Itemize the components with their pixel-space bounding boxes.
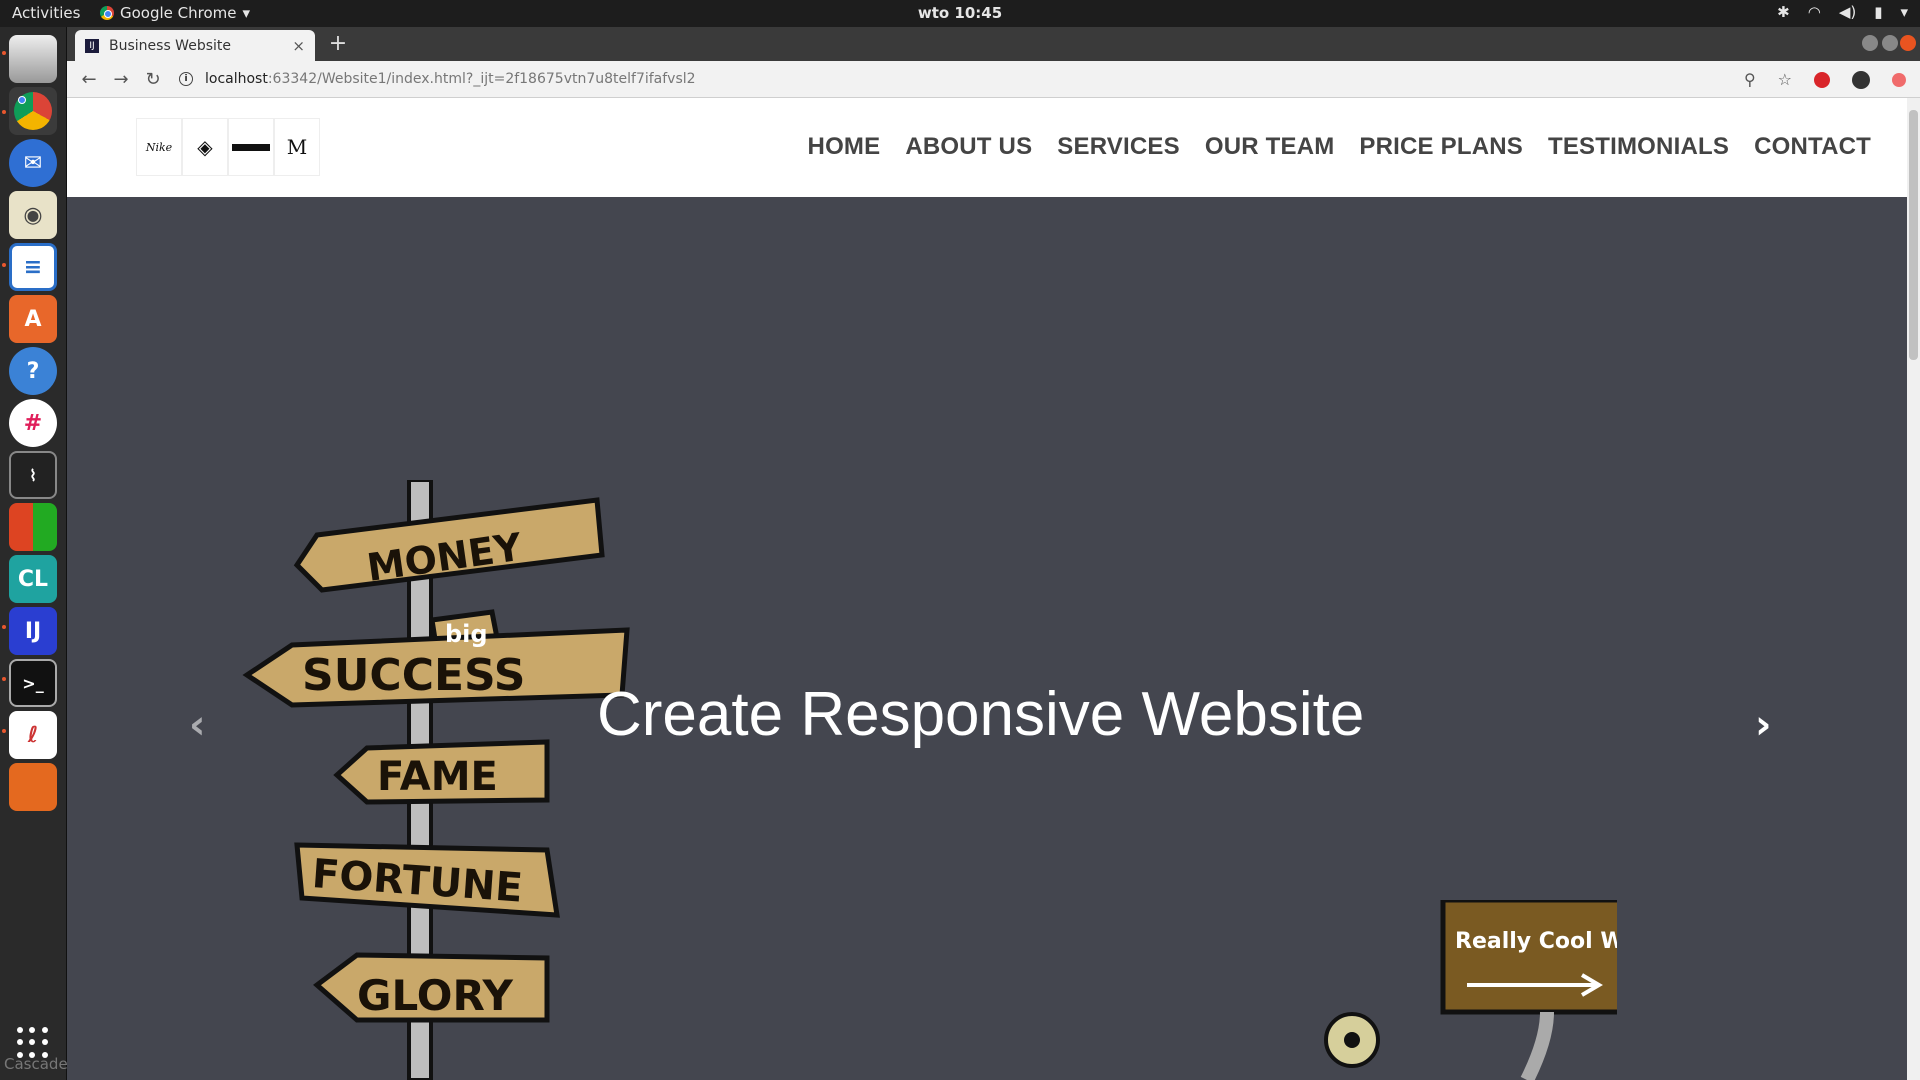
new-tab-button[interactable]: +: [325, 31, 351, 57]
running-indicator: [2, 110, 6, 114]
wifi-icon[interactable]: ◠: [1808, 3, 1821, 21]
main-nav: HOME ABOUT US SERVICES OUR TEAM PRICE PL…: [808, 133, 1871, 161]
signpost-illustration: MONEY big SUCCESS FAME FORTUNE GLORY: [242, 480, 630, 1080]
address-bar[interactable]: i localhost:63342/Website1/index.html?_i…: [179, 71, 696, 87]
minimize-button[interactable]: [1862, 35, 1878, 51]
carousel-prev-button[interactable]: ‹: [189, 702, 205, 748]
rhythmbox-icon[interactable]: ◉: [9, 191, 57, 239]
battery-icon[interactable]: ▮: [1874, 3, 1882, 21]
nav-services[interactable]: SERVICES: [1057, 133, 1180, 161]
system-tray[interactable]: ✱ ◠ ◀) ▮ ▾: [1777, 3, 1908, 21]
running-indicator: [2, 677, 6, 681]
volume-icon[interactable]: ◀): [1839, 3, 1856, 21]
sign-glory: GLORY: [357, 971, 513, 1020]
intellij-icon[interactable]: IJ: [9, 607, 57, 655]
clock[interactable]: wto 10:45: [0, 4, 1920, 22]
page-viewport: Nike ◈ M HOME ABOUT US SERVICES OUR TEAM…: [67, 98, 1907, 1080]
url-host: localhost: [205, 71, 268, 87]
running-indicator: [2, 51, 6, 55]
tab-strip: IJ Business Website × +: [67, 27, 1920, 61]
tab-title: Business Website: [109, 37, 231, 54]
monitor-icon[interactable]: ⌇: [9, 451, 57, 499]
profile-avatar[interactable]: [1852, 70, 1870, 89]
waterslide-illustration: Really Cool Waterslides: [1324, 900, 1617, 1080]
chrome-icon[interactable]: [9, 87, 57, 135]
nav-team[interactable]: OUR TEAM: [1205, 133, 1335, 161]
zoom-icon[interactable]: ⚲: [1744, 70, 1756, 89]
system-top-bar: Activities Google Chrome ▾ wto 10:45 ✱ ◠…: [0, 0, 1920, 27]
extension-record-icon[interactable]: [1892, 72, 1906, 87]
libreoffice-impress-icon[interactable]: ℓ: [9, 711, 57, 759]
thunderbird-icon[interactable]: ✉: [9, 139, 57, 187]
sign-fame: FAME: [377, 754, 498, 800]
chevron-down-icon[interactable]: ▾: [1900, 3, 1908, 21]
cascade-label: Cascade: [4, 1055, 68, 1073]
nav-testimonials[interactable]: TESTIMONIALS: [1548, 133, 1729, 161]
waterslide-sign-text: Really Cool Waterslides: [1455, 929, 1617, 954]
running-indicator: [2, 263, 6, 267]
folder-icon[interactable]: [9, 763, 57, 811]
pycharm-colors-icon[interactable]: [9, 503, 57, 551]
help-icon[interactable]: ?: [9, 347, 57, 395]
scrollbar-thumb[interactable]: [1909, 110, 1918, 360]
reload-icon[interactable]: ↻: [137, 69, 169, 90]
maximize-button[interactable]: [1882, 35, 1898, 51]
logo-m: M: [274, 118, 320, 176]
browser-window: IJ Business Website × + ← → ↻ i localhos…: [67, 27, 1920, 1080]
favicon-icon: IJ: [85, 38, 99, 53]
sign-success: SUCCESS: [302, 650, 525, 701]
back-icon[interactable]: ←: [73, 69, 105, 90]
window-close-button[interactable]: [1900, 35, 1916, 51]
extension-adblock-icon[interactable]: [1814, 71, 1830, 88]
page-scrollbar[interactable]: [1907, 98, 1920, 1080]
dock: ✉ ◉ ≡ A ? # ⌇ CL IJ >_ ℓ Cascade: [0, 27, 68, 1080]
writer-icon[interactable]: ≡: [9, 243, 57, 291]
logo-emblem: ◈: [182, 118, 228, 176]
nav-contact[interactable]: CONTACT: [1754, 133, 1871, 161]
running-indicator: [2, 729, 6, 733]
site-header: Nike ◈ M HOME ABOUT US SERVICES OUR TEAM…: [67, 98, 1907, 197]
logo-nike: Nike: [136, 118, 182, 176]
hero-title: Create Responsive Website: [597, 680, 1365, 749]
toolbar-actions: ⚲ ☆: [1744, 70, 1906, 89]
hero-carousel: MONEY big SUCCESS FAME FORTUNE GLORY Rea…: [67, 197, 1907, 1080]
partner-logos: Nike ◈ M: [136, 118, 320, 176]
carousel-next-button[interactable]: ›: [1755, 702, 1771, 748]
tab-business-website[interactable]: IJ Business Website ×: [75, 30, 315, 61]
files-icon[interactable]: [9, 35, 57, 83]
running-indicator: [2, 625, 6, 629]
nav-home[interactable]: HOME: [808, 133, 881, 161]
sign-big: big: [445, 620, 488, 648]
terminal-icon[interactable]: >_: [9, 659, 57, 707]
nav-pricing[interactable]: PRICE PLANS: [1359, 133, 1523, 161]
nav-about[interactable]: ABOUT US: [905, 133, 1032, 161]
bluetooth-icon[interactable]: ✱: [1777, 3, 1790, 21]
url-path: :63342/Website1/index.html?_ijt=2f18675v…: [267, 71, 696, 87]
browser-toolbar: ← → ↻ i localhost:63342/Website1/index.h…: [67, 61, 1920, 98]
slack-icon[interactable]: #: [9, 399, 57, 447]
clion-icon[interactable]: CL: [9, 555, 57, 603]
forward-icon[interactable]: →: [105, 69, 137, 90]
bookmark-star-icon[interactable]: ☆: [1778, 70, 1792, 89]
logo-wordmark: [228, 118, 274, 176]
site-info-icon[interactable]: i: [179, 72, 193, 86]
software-icon[interactable]: A: [9, 295, 57, 343]
close-icon[interactable]: ×: [292, 37, 305, 55]
